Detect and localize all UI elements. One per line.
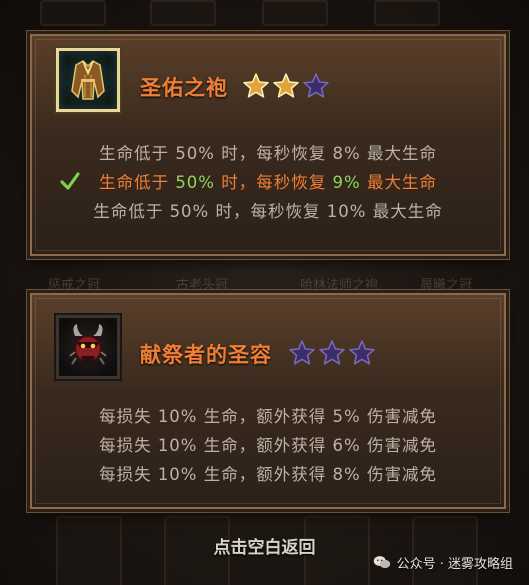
- effect-value: 10%: [157, 465, 198, 484]
- background-slot: [374, 0, 440, 26]
- effect-value: 8%: [332, 465, 361, 484]
- effect-list: 每损失 10% 生命，额外获得 5% 伤害减免 每损失 10% 生命，额外获得 6…: [32, 403, 504, 490]
- effect-row: 每损失 10% 生命，额外获得 5% 伤害减免: [32, 403, 504, 432]
- effect-text: 生命低于: [99, 144, 170, 163]
- watermark: 公众号 · 迷雾攻略组: [373, 553, 513, 572]
- item-title: 献祭者的圣容: [140, 343, 272, 367]
- background-slot: [262, 0, 328, 26]
- effect-text: 伤害减免: [366, 465, 437, 484]
- star-filled-icon: [273, 73, 299, 98]
- effect-value: 10%: [157, 407, 198, 426]
- star-empty-icon: [319, 340, 345, 365]
- watermark-text: 公众号 · 迷雾攻略组: [396, 557, 513, 572]
- effect-text: 生命低于: [99, 173, 170, 192]
- effect-text: 生命，额外获得: [203, 407, 327, 426]
- item-card-mask: 献祭者的圣容 每损失 10% 生命，额外获得 5% 伤害减免 每损失 10% 生命…: [30, 293, 506, 509]
- effect-value: 6%: [332, 436, 361, 455]
- background-slot: [150, 0, 216, 26]
- effect-value: 5%: [332, 407, 361, 426]
- background-slot-label: 惩戒之冠: [48, 278, 101, 293]
- effect-text: 最大生命: [366, 173, 437, 192]
- effect-text: 最大生命: [366, 144, 437, 163]
- effect-text: 生命，额外获得: [203, 465, 327, 484]
- golden-robe-icon: [71, 60, 105, 100]
- effect-text: 生命低于: [93, 202, 164, 221]
- horned-demon-mask-icon: [69, 324, 107, 365]
- effect-text: 时，每秒恢复: [221, 144, 327, 163]
- effect-text: 每损失: [99, 436, 152, 455]
- effect-value: 50%: [175, 173, 215, 192]
- effect-row: 生命低于 50% 时，每秒恢复 10% 最大生命: [32, 198, 504, 227]
- background-slot-label: 哈林法师之袍: [300, 278, 379, 293]
- effect-text: 每损失: [99, 465, 152, 484]
- background-slot: [40, 0, 106, 26]
- item-card-robe: 圣佑之袍 生命低于 50% 时，每秒恢复 8% 最大生命 生命低于 50% 时，每…: [30, 34, 506, 256]
- effect-list: 生命低于 50% 时，每秒恢复 8% 最大生命 生命低于 50% 时，每秒恢复 9…: [32, 140, 504, 227]
- effect-row: 生命低于 50% 时，每秒恢复 8% 最大生命: [32, 140, 504, 169]
- effect-text: 最大生命: [372, 202, 443, 221]
- effect-row: 每损失 10% 生命，额外获得 8% 伤害减免: [32, 461, 504, 490]
- star-empty-icon: [349, 340, 375, 365]
- star-rating: [288, 339, 376, 367]
- star-empty-icon: [289, 340, 315, 365]
- star-empty-icon: [303, 73, 329, 98]
- game-screen[interactable]: 惩戒之冠 古老头冠 哈林法师之袍 晨曦之冠 圣佑之袍 生命低于 50% 时，每秒…: [0, 0, 529, 585]
- effect-row-active: 生命低于 50% 时，每秒恢复 9% 最大生命: [32, 169, 504, 198]
- effect-text: 时，每秒恢复: [215, 202, 321, 221]
- effect-value: 8%: [332, 144, 361, 163]
- effect-value: 50%: [169, 202, 210, 221]
- item-title: 圣佑之袍: [140, 76, 228, 100]
- wechat-icon: [373, 556, 390, 569]
- item-icon-frame: [56, 315, 120, 379]
- effect-row: 每损失 10% 生命，额外获得 6% 伤害减免: [32, 432, 504, 461]
- background-slot-label: 晨曦之冠: [420, 278, 473, 293]
- effect-value: 50%: [175, 144, 215, 163]
- effect-text: 生命，额外获得: [203, 436, 327, 455]
- effect-value: 9%: [332, 173, 361, 192]
- effect-value: 10%: [157, 436, 198, 455]
- item-icon-frame: [56, 48, 120, 112]
- checkmark-icon: [60, 172, 80, 190]
- star-rating: [242, 72, 330, 100]
- star-filled-icon: [243, 73, 269, 98]
- effect-text: 每损失: [99, 407, 152, 426]
- effect-text: 时，每秒恢复: [221, 173, 327, 192]
- effect-text: 伤害减免: [366, 407, 437, 426]
- background-slot-label: 古老头冠: [176, 278, 229, 293]
- effect-value: 10%: [326, 202, 367, 221]
- effect-text: 伤害减免: [366, 436, 437, 455]
